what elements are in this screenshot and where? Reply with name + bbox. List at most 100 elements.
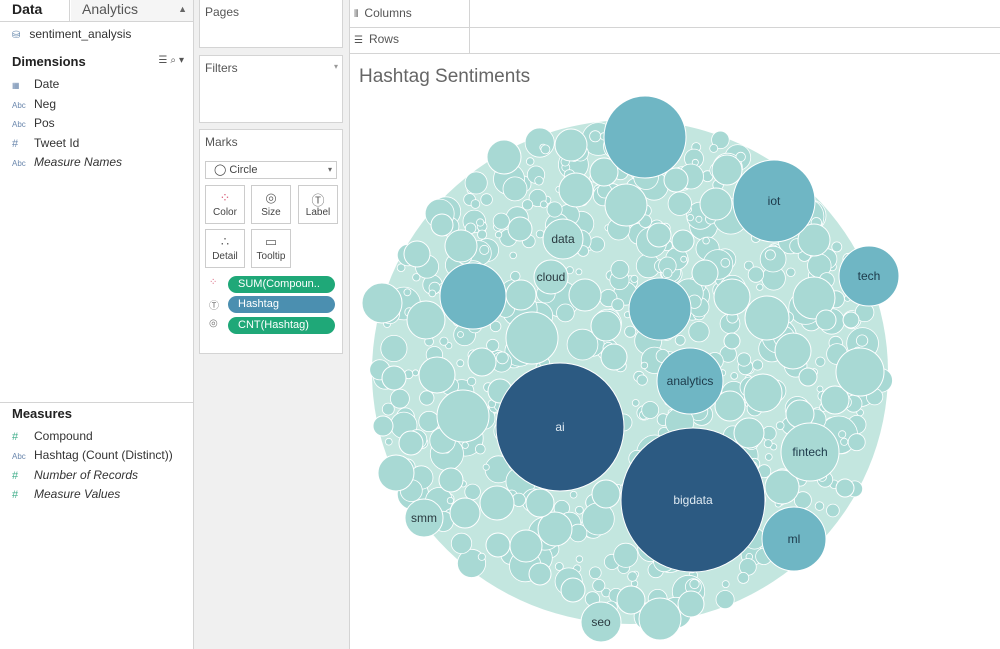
field-date[interactable]: ▦ Date [12,77,59,91]
filler-bubble [641,401,660,419]
filler-bubble [680,255,688,263]
filler-bubble [695,215,703,223]
field-neg[interactable]: Abc Neg [12,97,56,111]
filler-bubble [815,356,826,367]
filler-bubble [540,144,551,155]
bubble [479,485,515,521]
circle-mark-icon: ◯ [214,164,227,176]
bubble [361,282,403,324]
color-dots-icon: ⁘ [209,277,218,288]
bubble [604,183,648,227]
tooltip-speech-icon: ▭ [264,234,278,249]
rows-shelf-label: ☰ Rows [354,28,470,53]
bubble [436,389,490,443]
tooltip-button[interactable]: ▭ Tooltip [251,229,291,268]
filler-bubble [624,325,637,338]
string-field-icon: Abc [12,120,26,129]
filler-bubble [457,331,464,338]
field-tweet-id[interactable]: # Tweet Id [12,136,79,150]
tooltip-button-label: Tooltip [256,251,286,262]
mark-type-select[interactable]: ◯ Circle ▾ [205,161,337,179]
pane-divider [0,402,193,403]
field-pos[interactable]: Abc Pos [12,116,55,130]
menu-caret-icon[interactable]: ▾ [179,55,187,66]
color-button[interactable]: ⁘ Color [205,185,245,224]
filler-bubble [492,212,510,230]
number-field-icon: # [12,138,19,150]
bubble [743,373,783,413]
field-label: Measure Names [34,155,123,169]
chevron-down-icon: ▾ [327,165,332,174]
bubble [591,479,621,509]
pill-sum-compound[interactable]: SUM(Compoun.. [228,276,335,293]
rows-shelf[interactable]: ☰ Rows [350,28,1000,54]
field-label: Compound [34,429,93,443]
size-button[interactable]: ◎ Size [251,185,291,224]
filler-bubble [736,352,752,367]
filler-bubble [524,127,555,158]
bubble [835,478,855,498]
datasource-icon: ⛁ [12,30,21,41]
string-field-icon: Abc [12,101,26,110]
number-field-icon: # [12,431,19,443]
view-list-icon[interactable]: ☰ [158,55,170,66]
bubble [438,467,464,493]
search-icon[interactable]: ⌕ [170,55,179,66]
bubble [638,597,682,641]
bubble [815,309,837,331]
filters-card[interactable]: Filters ▾ [199,55,343,123]
label-button[interactable]: Ⓣ Label [298,185,338,224]
field-measure-names[interactable]: Abc Measure Names [12,155,122,169]
bubble [590,310,622,342]
bubble [646,222,672,248]
filler-bubble [412,273,421,282]
field-label: Neg [34,97,57,111]
bubble [525,488,555,518]
pane-menu-caret-icon[interactable]: ▲ [178,0,187,19]
filler-bubble [840,437,849,446]
rows-label: Rows [368,32,399,46]
marks-card: Marks ◯ Circle ▾ ⁘ Color ◎ Size Ⓣ Label … [199,129,343,354]
filters-title: Filters [205,61,238,75]
filler-bubble [588,566,602,580]
field-number-of-records[interactable]: # Number of Records [12,468,138,482]
filler-bubble [477,229,488,240]
pill-hashtag[interactable]: Hashtag [228,296,335,313]
bubble [677,590,705,618]
date-field-icon: ▦ [12,81,20,90]
bubble-label-seo: seo [591,615,611,629]
filler-bubble [546,201,563,218]
detail-button[interactable]: ∴ Detail [205,229,245,268]
mark-type-label: Circle [229,164,258,176]
field-measure-values[interactable]: # Measure Values [12,487,120,501]
filler-bubble [534,176,544,186]
bubble [600,343,628,371]
filler-bubble [446,496,454,505]
filters-caret-icon[interactable]: ▾ [334,62,338,71]
tab-data[interactable]: Data [0,0,70,21]
field-hashtag-count-distinct[interactable]: Abc Hashtag (Count (Distinct)) [12,448,173,462]
filler-bubble [419,390,435,406]
datasource-label: sentiment_analysis [29,27,132,41]
filler-bubble [380,334,408,362]
pages-card[interactable]: Pages [199,0,343,48]
packed-bubble-chart[interactable]: iot data cloud tech analytics ai fintech bigdat… [350,86,1000,649]
bubble-label-tech: tech [858,269,881,283]
columns-shelf[interactable]: ⦀ Columns [350,0,1000,28]
field-compound[interactable]: # Compound [12,429,93,443]
filler-bubble [575,505,584,515]
filler-bubble [752,359,764,371]
filler-bubble [470,199,481,209]
filler-bubble [636,374,648,386]
label-button-label: Label [305,207,331,218]
datasource-item[interactable]: ⛁ sentiment_analysis [12,27,131,41]
columns-label: Columns [364,6,412,20]
filler-bubble [855,334,869,347]
pages-title: Pages [205,5,240,19]
pill-cnt-hashtag[interactable]: CNT(Hashtag) [228,317,335,334]
tab-analytics[interactable]: Analytics ▲ [71,0,193,21]
filler-bubble [674,334,686,346]
tab-analytics-label: Analytics [82,1,139,17]
filler-bubble [786,267,796,278]
filler-bubble [763,439,773,449]
